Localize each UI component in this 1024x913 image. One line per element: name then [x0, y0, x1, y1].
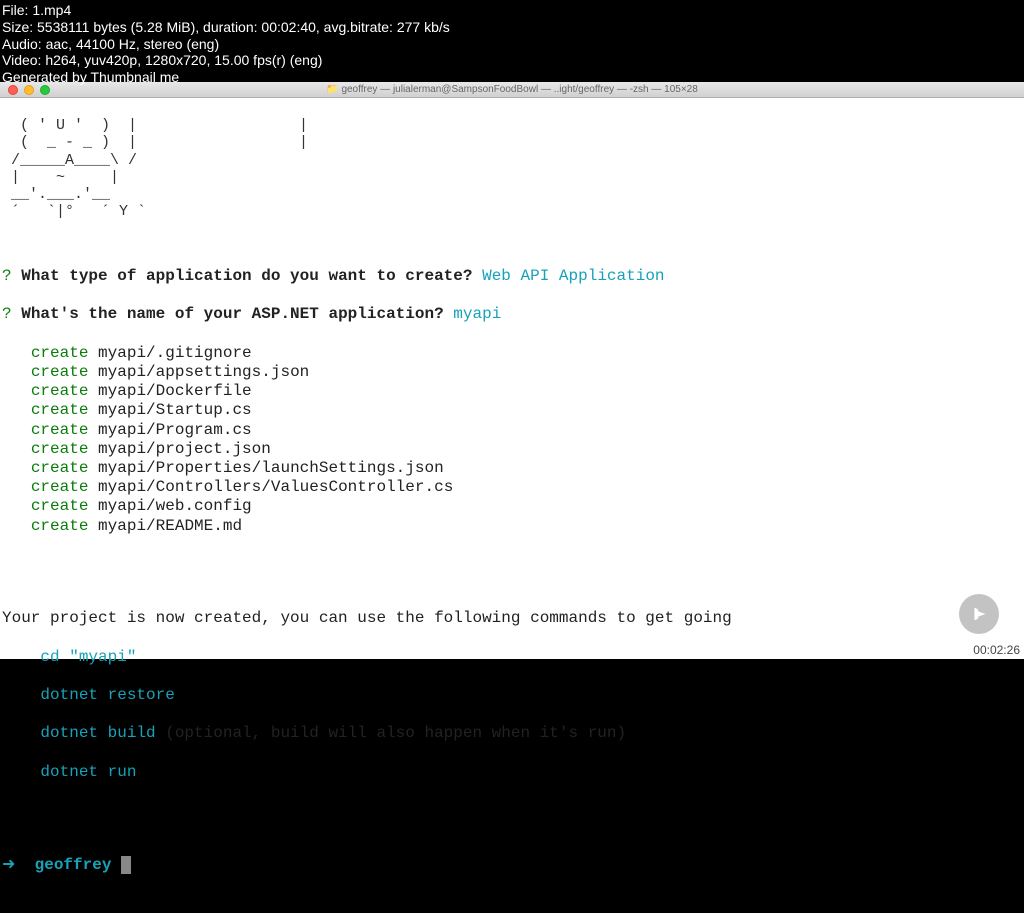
create-row: create myapi/web.config [2, 497, 1022, 516]
prompt-line-1: ? What type of application do you want t… [2, 267, 1022, 286]
cmd-build: dotnet build (optional, build will also … [2, 724, 1022, 743]
video-timestamp: 00:02:26 [973, 643, 1020, 657]
play-button[interactable] [959, 594, 999, 634]
cursor-icon [121, 856, 131, 874]
media-overlay: File: 1.mp4 Size: 5538111 bytes (5.28 Mi… [0, 0, 452, 88]
overlay-generated: Generated by Thumbnail me [2, 69, 450, 86]
create-list: create myapi/.gitignore create myapi/app… [2, 344, 1022, 536]
create-row: create myapi/Startup.cs [2, 401, 1022, 420]
create-row: create myapi/appsettings.json [2, 363, 1022, 382]
terminal-window: 📁 geoffrey — julialerman@SampsonFoodBowl… [0, 82, 1024, 659]
shell-prompt[interactable]: ➜ geoffrey [2, 856, 1022, 875]
create-row: create myapi/Program.cs [2, 421, 1022, 440]
create-row: create myapi/Controllers/ValuesControlle… [2, 478, 1022, 497]
play-icon [968, 603, 990, 625]
cmd-restore: dotnet restore [2, 686, 1022, 705]
overlay-audio: Audio: aac, 44100 Hz, stereo (eng) [2, 36, 450, 53]
terminal-body[interactable]: ( ' U ' ) | | ( _ - _ ) | | /_____A____\… [0, 98, 1024, 913]
completion-message: Your project is now created, you can use… [2, 609, 1022, 628]
overlay-size: Size: 5538111 bytes (5.28 MiB), duration… [2, 19, 450, 36]
create-row: create myapi/.gitignore [2, 344, 1022, 363]
create-row: create myapi/project.json [2, 440, 1022, 459]
ascii-art: ( ' U ' ) | | ( _ - _ ) | | /_____A____\… [2, 117, 1022, 221]
cmd-cd: cd "myapi" [2, 648, 1022, 667]
create-row: create myapi/Properties/launchSettings.j… [2, 459, 1022, 478]
overlay-video: Video: h264, yuv420p, 1280x720, 15.00 fp… [2, 52, 450, 69]
create-row: create myapi/README.md [2, 517, 1022, 536]
create-row: create myapi/Dockerfile [2, 382, 1022, 401]
cmd-run: dotnet run [2, 763, 1022, 782]
prompt-line-2: ? What's the name of your ASP.NET applic… [2, 305, 1022, 324]
overlay-file: File: 1.mp4 [2, 2, 450, 19]
